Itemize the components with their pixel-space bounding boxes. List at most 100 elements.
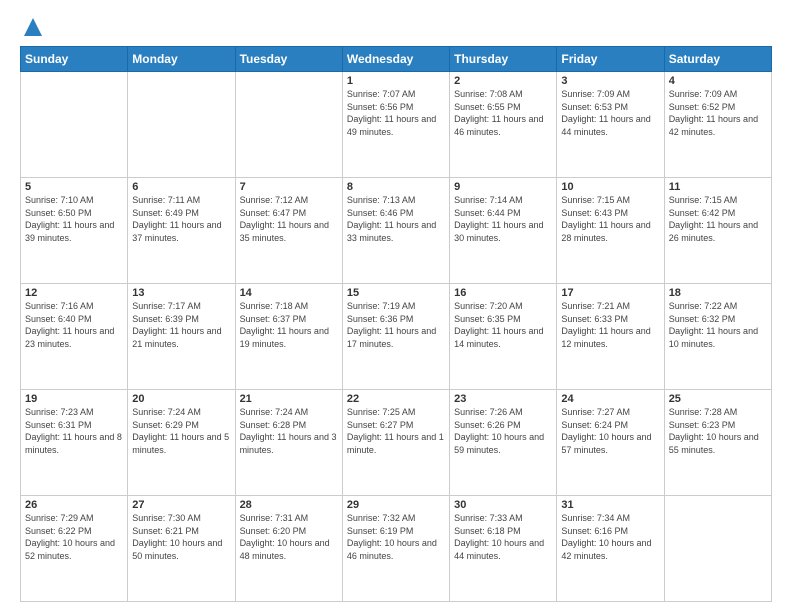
calendar-cell: 20 Sunrise: 7:24 AM Sunset: 6:29 PM Dayli… <box>128 390 235 496</box>
calendar-cell <box>128 72 235 178</box>
calendar-cell: 12Sunrise: 7:16 AM Sunset: 6:40 PM Dayli… <box>21 284 128 390</box>
day-number: 4 <box>669 75 767 87</box>
calendar-week-row: 5 Sunrise: 7:10 AM Sunset: 6:50 PM Daylig… <box>21 178 772 284</box>
calendar-cell: 3 Sunrise: 7:09 AM Sunset: 6:53 PM Daylig… <box>557 72 664 178</box>
calendar-cell: 28 Sunrise: 7:31 AM Sunset: 6:20 PM Dayli… <box>235 496 342 602</box>
day-info: Sunrise: 7:20 AM Sunset: 6:35 PM Dayligh… <box>454 301 543 349</box>
day-info: Sunrise: 7:18 AM Sunset: 6:37 PM Dayligh… <box>240 301 329 349</box>
calendar-cell: 6 Sunrise: 7:11 AM Sunset: 6:49 PM Daylig… <box>128 178 235 284</box>
calendar-cell: 13 Sunrise: 7:17 AM Sunset: 6:39 PM Dayli… <box>128 284 235 390</box>
day-info: Sunrise: 7:10 AM Sunset: 6:50 PM Dayligh… <box>25 195 114 243</box>
header <box>20 16 772 38</box>
day-info: Sunrise: 7:24 AM Sunset: 6:29 PM Dayligh… <box>132 407 229 455</box>
day-number: 21 <box>240 393 338 405</box>
page: SundayMondayTuesdayWednesdayThursdayFrid… <box>0 0 792 612</box>
day-info: Sunrise: 7:19 AM Sunset: 6:36 PM Dayligh… <box>347 301 436 349</box>
calendar-week-row: 19 Sunrise: 7:23 AM Sunset: 6:31 PM Dayli… <box>21 390 772 496</box>
day-number: 16 <box>454 287 552 299</box>
calendar-cell: 15 Sunrise: 7:19 AM Sunset: 6:36 PM Dayli… <box>342 284 449 390</box>
day-info: Sunrise: 7:15 AM Sunset: 6:42 PM Dayligh… <box>669 195 758 243</box>
calendar-cell: 27Sunrise: 7:30 AM Sunset: 6:21 PM Dayli… <box>128 496 235 602</box>
weekday-header: Wednesday <box>342 47 449 72</box>
weekday-header: Friday <box>557 47 664 72</box>
weekday-header: Thursday <box>450 47 557 72</box>
day-info: Sunrise: 7:28 AM Sunset: 6:23 PM Dayligh… <box>669 407 759 455</box>
calendar-cell: 24 Sunrise: 7:27 AM Sunset: 6:24 PM Dayli… <box>557 390 664 496</box>
day-number: 14 <box>240 287 338 299</box>
calendar-cell <box>21 72 128 178</box>
calendar-cell: 21Sunrise: 7:24 AM Sunset: 6:28 PM Dayli… <box>235 390 342 496</box>
day-number: 17 <box>561 287 659 299</box>
day-info: Sunrise: 7:32 AM Sunset: 6:19 PM Dayligh… <box>347 513 437 561</box>
day-number: 7 <box>240 181 338 193</box>
calendar-cell: 29 Sunrise: 7:32 AM Sunset: 6:19 PM Dayli… <box>342 496 449 602</box>
day-number: 15 <box>347 287 445 299</box>
calendar-cell: 10Sunrise: 7:15 AM Sunset: 6:43 PM Dayli… <box>557 178 664 284</box>
day-number: 30 <box>454 499 552 511</box>
calendar-cell: 31 Sunrise: 7:34 AM Sunset: 6:16 PM Dayli… <box>557 496 664 602</box>
day-number: 2 <box>454 75 552 87</box>
day-number: 25 <box>669 393 767 405</box>
day-info: Sunrise: 7:17 AM Sunset: 6:39 PM Dayligh… <box>132 301 221 349</box>
calendar-cell: 14 Sunrise: 7:18 AM Sunset: 6:37 PM Dayli… <box>235 284 342 390</box>
day-info: Sunrise: 7:13 AM Sunset: 6:46 PM Dayligh… <box>347 195 436 243</box>
day-info: Sunrise: 7:25 AM Sunset: 6:27 PM Dayligh… <box>347 407 444 455</box>
day-number: 20 <box>132 393 230 405</box>
calendar-cell: 2 Sunrise: 7:08 AM Sunset: 6:55 PM Daylig… <box>450 72 557 178</box>
logo-icon <box>22 16 44 38</box>
calendar-cell: 26 Sunrise: 7:29 AM Sunset: 6:22 PM Dayli… <box>21 496 128 602</box>
day-info: Sunrise: 7:09 AM Sunset: 6:53 PM Dayligh… <box>561 89 650 137</box>
day-number: 5 <box>25 181 123 193</box>
calendar-cell: 19 Sunrise: 7:23 AM Sunset: 6:31 PM Dayli… <box>21 390 128 496</box>
day-number: 22 <box>347 393 445 405</box>
calendar-cell: 30 Sunrise: 7:33 AM Sunset: 6:18 PM Dayli… <box>450 496 557 602</box>
day-info: Sunrise: 7:11 AM Sunset: 6:49 PM Dayligh… <box>132 195 221 243</box>
day-info: Sunrise: 7:08 AM Sunset: 6:55 PM Dayligh… <box>454 89 543 137</box>
calendar-week-row: 12Sunrise: 7:16 AM Sunset: 6:40 PM Dayli… <box>21 284 772 390</box>
day-number: 3 <box>561 75 659 87</box>
day-number: 19 <box>25 393 123 405</box>
day-number: 1 <box>347 75 445 87</box>
calendar-cell: 23Sunrise: 7:26 AM Sunset: 6:26 PM Dayli… <box>450 390 557 496</box>
day-info: Sunrise: 7:33 AM Sunset: 6:18 PM Dayligh… <box>454 513 544 561</box>
day-number: 31 <box>561 499 659 511</box>
weekday-header: Sunday <box>21 47 128 72</box>
calendar-cell: 7Sunrise: 7:12 AM Sunset: 6:47 PM Daylig… <box>235 178 342 284</box>
weekday-header: Saturday <box>664 47 771 72</box>
day-number: 12 <box>25 287 123 299</box>
day-info: Sunrise: 7:09 AM Sunset: 6:52 PM Dayligh… <box>669 89 758 137</box>
calendar-cell: 25 Sunrise: 7:28 AM Sunset: 6:23 PM Dayli… <box>664 390 771 496</box>
day-number: 9 <box>454 181 552 193</box>
day-number: 27 <box>132 499 230 511</box>
calendar-header-row: SundayMondayTuesdayWednesdayThursdayFrid… <box>21 47 772 72</box>
calendar-cell: 5 Sunrise: 7:10 AM Sunset: 6:50 PM Daylig… <box>21 178 128 284</box>
day-number: 29 <box>347 499 445 511</box>
calendar-cell: 22 Sunrise: 7:25 AM Sunset: 6:27 PM Dayli… <box>342 390 449 496</box>
day-number: 24 <box>561 393 659 405</box>
weekday-header: Monday <box>128 47 235 72</box>
day-info: Sunrise: 7:22 AM Sunset: 6:32 PM Dayligh… <box>669 301 758 349</box>
day-number: 6 <box>132 181 230 193</box>
calendar-cell <box>664 496 771 602</box>
day-number: 28 <box>240 499 338 511</box>
calendar-week-row: 1 Sunrise: 7:07 AM Sunset: 6:56 PM Daylig… <box>21 72 772 178</box>
day-info: Sunrise: 7:27 AM Sunset: 6:24 PM Dayligh… <box>561 407 651 455</box>
day-info: Sunrise: 7:23 AM Sunset: 6:31 PM Dayligh… <box>25 407 122 455</box>
day-info: Sunrise: 7:34 AM Sunset: 6:16 PM Dayligh… <box>561 513 651 561</box>
day-number: 18 <box>669 287 767 299</box>
calendar-cell: 17 Sunrise: 7:21 AM Sunset: 6:33 PM Dayli… <box>557 284 664 390</box>
day-info: Sunrise: 7:07 AM Sunset: 6:56 PM Dayligh… <box>347 89 436 137</box>
day-info: Sunrise: 7:29 AM Sunset: 6:22 PM Dayligh… <box>25 513 115 561</box>
day-info: Sunrise: 7:21 AM Sunset: 6:33 PM Dayligh… <box>561 301 650 349</box>
logo <box>20 16 44 38</box>
day-number: 13 <box>132 287 230 299</box>
calendar: SundayMondayTuesdayWednesdayThursdayFrid… <box>20 46 772 602</box>
day-number: 10 <box>561 181 659 193</box>
day-number: 26 <box>25 499 123 511</box>
weekday-header: Tuesday <box>235 47 342 72</box>
calendar-cell: 11Sunrise: 7:15 AM Sunset: 6:42 PM Dayli… <box>664 178 771 284</box>
calendar-cell: 8Sunrise: 7:13 AM Sunset: 6:46 PM Daylig… <box>342 178 449 284</box>
day-info: Sunrise: 7:14 AM Sunset: 6:44 PM Dayligh… <box>454 195 543 243</box>
day-info: Sunrise: 7:31 AM Sunset: 6:20 PM Dayligh… <box>240 513 330 561</box>
day-info: Sunrise: 7:26 AM Sunset: 6:26 PM Dayligh… <box>454 407 544 455</box>
